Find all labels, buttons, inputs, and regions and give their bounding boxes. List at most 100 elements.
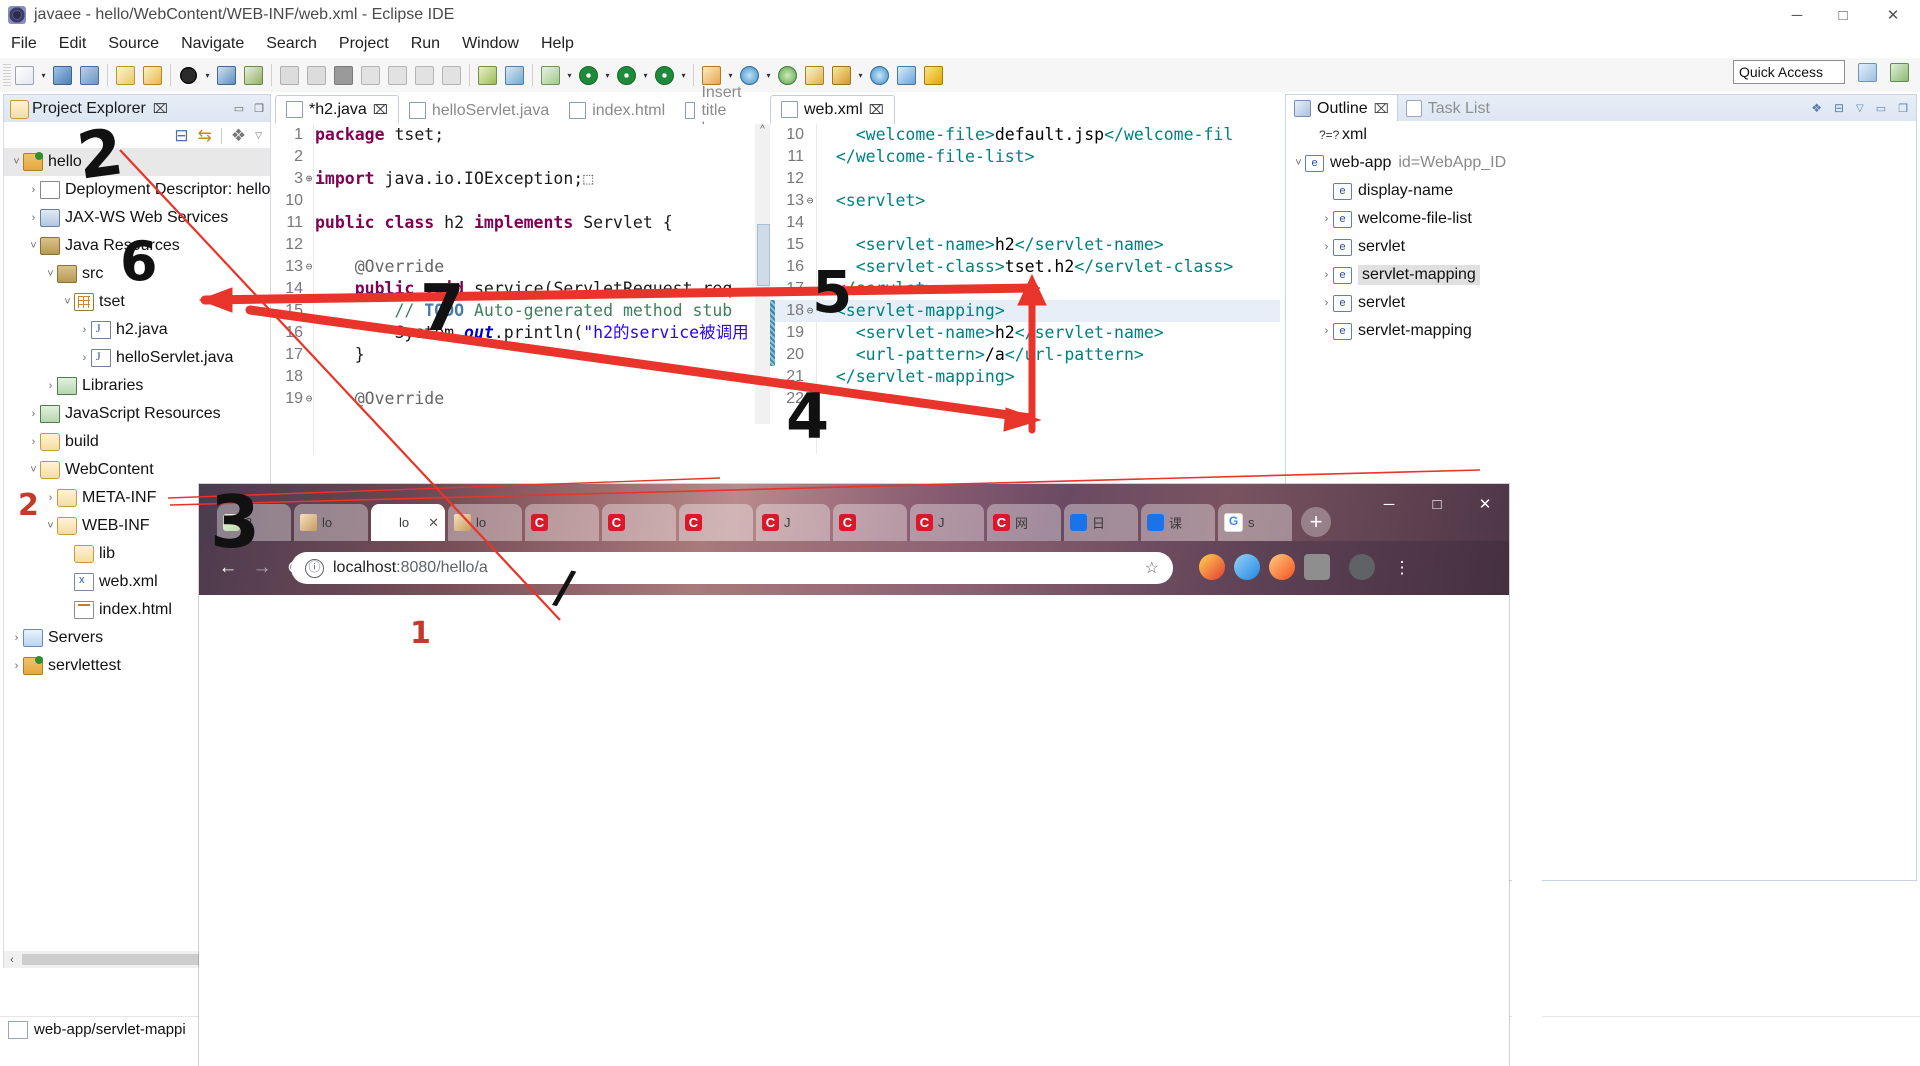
minimize-view-icon[interactable]: ▭ [1876,102,1886,115]
profile-avatar[interactable] [1349,554,1375,580]
scroll-up-icon[interactable]: ^ [755,124,770,139]
forward-button[interactable]: → [249,555,275,581]
code-line[interactable]: 14 [770,212,1280,234]
run-history-dropdown-icon[interactable]: ▾ [678,63,689,88]
code-line[interactable]: 17 </servlet> [770,278,1280,300]
code-line[interactable]: 19 ⊖ @Override [275,388,770,410]
browser-tab[interactable]: Gs [1218,504,1292,541]
tree-item-hello[interactable]: ˅ hello [4,148,270,176]
menu-item-project[interactable]: Project [328,35,400,53]
javaee-perspective-icon[interactable] [1886,60,1912,84]
extension-icon-4[interactable] [1304,554,1330,580]
java-editor-tabs[interactable]: *h2.java ⌧ helloServlet.java index.html Inse… [275,84,770,137]
menu-item-file[interactable]: File [0,35,48,53]
minimize-button[interactable]: ─ [1774,0,1820,30]
code-line[interactable]: 19 <servlet-name> h2 </servlet-name> [770,322,1280,344]
code-line[interactable]: 13 ⊖ <servlet> [770,190,1280,212]
link-with-editor-icon[interactable]: ⇆ [198,126,212,146]
new-servlet-icon[interactable] [140,63,165,88]
menu-item-search[interactable]: Search [255,35,328,53]
java-editor-body[interactable]: 1 package tset; 2 3 ⊕ import java.io.IOExcept… [275,124,770,454]
outline-item-display-name[interactable]: e display-name [1286,177,1916,205]
browser-tab[interactable]: 2 [217,504,291,541]
menu-item-run[interactable]: Run [400,35,451,53]
extension-icon-1[interactable] [1199,554,1225,580]
new-tab-button[interactable]: + [1301,507,1331,537]
code-line[interactable]: 18 [275,366,770,388]
tab-outline[interactable]: Outline ⌧ [1286,95,1398,122]
fold-marker-icon[interactable]: ⊖ [303,256,315,278]
code-line[interactable]: 10 <welcome-file> default.jsp </welcome-fi… [770,124,1280,146]
code-line[interactable]: 10 [275,190,770,212]
close-icon[interactable]: ⌧ [153,101,168,117]
open-type-icon[interactable] [802,63,827,88]
outline-item-servlet-mapping[interactable]: › e servlet-mapping [1286,261,1916,289]
step-into-icon[interactable] [358,63,383,88]
step-over-icon[interactable] [385,63,410,88]
xml-editor-body[interactable]: 10 <welcome-file> default.jsp </welcome-fi… [770,124,1280,454]
browser-tab[interactable]: lo ✕ [371,504,445,541]
fold-marker-icon[interactable]: ⊖ [303,388,315,410]
browser-tab[interactable]: C [679,504,753,541]
tree-twisty-icon[interactable]: ˅ [61,296,74,308]
tree-twisty-icon[interactable]: › [44,492,57,504]
browser-tab[interactable]: lo [448,504,522,541]
external-tools-icon[interactable] [538,63,563,88]
browser-tab[interactable]: C [833,504,907,541]
tree-twisty-icon[interactable]: › [1320,269,1333,281]
maximize-view-icon[interactable]: ❐ [1898,102,1908,115]
skip-breakpoints-icon[interactable] [241,63,266,88]
code-line[interactable]: 21 </servlet-mapping> [770,366,1280,388]
tree-item-java-resources[interactable]: ˅ Java Resources [4,232,270,260]
tree-twisty-icon[interactable]: ˅ [27,240,40,252]
scroll-left-icon[interactable]: ‹ [4,954,20,966]
back-button[interactable]: ← [215,555,241,581]
address-bar[interactable]: ⓘ localhost:8080/hello/a ☆ [291,552,1173,584]
tree-item-tset[interactable]: ˅ tset [4,288,270,316]
tree-item-deployment-descriptor-hello[interactable]: › Deployment Descriptor: hello [4,176,270,204]
view-menu-icon[interactable]: ❖ [231,126,246,146]
outline-item-welcome-file-list[interactable]: › e welcome-file-list [1286,205,1916,233]
sort-icon[interactable]: ❖ [1811,101,1822,115]
tree-twisty-icon[interactable]: › [27,184,40,196]
xml-editor-code[interactable]: 10 <welcome-file> default.jsp </welcome-fi… [770,124,1280,454]
tree-twisty-icon[interactable]: ˅ [44,520,57,532]
code-line[interactable]: 3 ⊕ import java.io.IOException; ⬚ [275,168,770,190]
close-icon[interactable]: ⌧ [1374,101,1389,117]
tree-twisty-icon[interactable]: ˅ [44,268,57,280]
browser-tab[interactable]: C [602,504,676,541]
tree-item-jax-ws-web-services[interactable]: › JAX-WS Web Services [4,204,270,232]
project-explorer-tabrow[interactable]: Project Explorer ⌧ ▭ ❐ [3,94,271,122]
outline-tabrow[interactable]: Outline ⌧ Task List ❖ ⊟ ▽ ▭ ❐ [1285,94,1917,123]
chrome-close-button[interactable]: ✕ [1461,484,1509,524]
menu-item-help[interactable]: Help [530,35,585,53]
tree-twisty-icon[interactable]: › [10,660,23,672]
java-editor-vscrollbar[interactable]: ^ [755,124,770,424]
tab-task-list[interactable]: Task List [1398,95,1498,122]
tree-twisty-icon[interactable]: › [27,212,40,224]
tree-item-libraries[interactable]: › Libraries [4,372,270,400]
collapse-all-icon[interactable]: ⊟ [1834,101,1844,115]
editor-tab-helloservlet-java[interactable]: helloServlet.java [399,97,559,124]
tree-twisty-icon[interactable]: › [1320,241,1333,253]
menu-item-source[interactable]: Source [97,35,170,53]
editor-tab-index-html[interactable]: index.html [559,97,675,124]
tree-item-h2-java[interactable]: › h2.java [4,316,270,344]
run-server-icon[interactable] [214,63,239,88]
run-dropdown-icon[interactable]: ▾ [602,63,613,88]
tree-twisty-icon[interactable]: › [1320,213,1333,225]
minimize-view-icon[interactable]: ▭ [234,102,244,115]
code-line[interactable]: 18 ⊖ <servlet-mapping> [770,300,1280,322]
menu-item-window[interactable]: Window [451,35,530,53]
outline-item-servlet[interactable]: › e servlet [1286,233,1916,261]
java-editor-code[interactable]: 1 package tset; 2 3 ⊕ import java.io.IOExcept… [275,124,770,454]
run-as-dropdown-icon[interactable]: ▾ [640,63,651,88]
extension-icon-2[interactable] [1234,554,1260,580]
quick-access-input[interactable]: Quick Access [1733,60,1845,84]
chrome-maximize-button[interactable]: □ [1413,484,1461,524]
tree-item-helloservlet-java[interactable]: › helloServlet.java [4,344,270,372]
code-line[interactable]: 13 ⊖ @Override [275,256,770,278]
run-icon[interactable] [576,63,601,88]
run-as-icon[interactable] [614,63,639,88]
new-wizard-icon[interactable] [12,63,37,88]
